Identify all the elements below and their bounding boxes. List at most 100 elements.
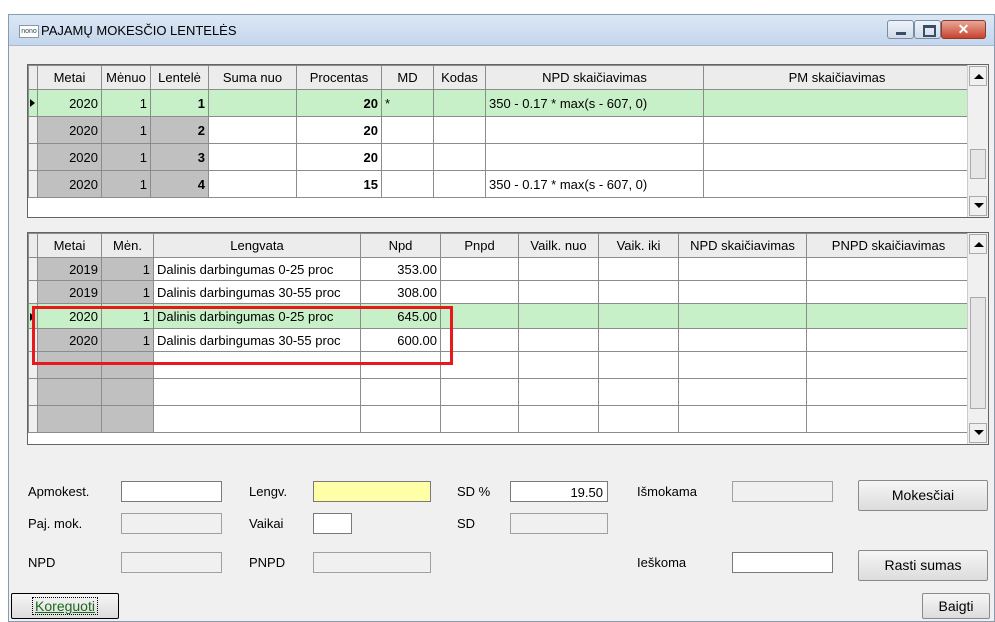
cell-vaik-nuo[interactable]: [518, 280, 599, 304]
cell-suma-nuo[interactable]: [208, 89, 297, 117]
cell-pnpd[interactable]: [440, 405, 519, 433]
cell-lentele[interactable]: 3: [150, 143, 209, 171]
cell-suma-nuo[interactable]: [208, 170, 297, 198]
cell-npd-skaiciavimas[interactable]: [678, 405, 807, 433]
cell-kodas[interactable]: [433, 170, 486, 198]
cell-lentele[interactable]: 2: [150, 116, 209, 144]
cell-metai[interactable]: [37, 405, 102, 433]
cell-pnpd-skaiciavimas[interactable]: [806, 257, 971, 281]
top-grid-scrollbar[interactable]: [967, 65, 988, 217]
cell-metai[interactable]: 2019: [37, 280, 102, 304]
cell-kodas[interactable]: [433, 116, 486, 144]
cell-md[interactable]: [381, 116, 434, 144]
cell-lengvata[interactable]: [153, 405, 361, 433]
cell-men[interactable]: 1: [101, 303, 154, 329]
cell-menuo[interactable]: 1: [101, 170, 151, 198]
cell-lentele[interactable]: 4: [150, 170, 209, 198]
cell-vaik-nuo[interactable]: [518, 405, 599, 433]
ieskoma-field[interactable]: [732, 552, 833, 573]
col-header-kodas[interactable]: Kodas: [433, 65, 486, 90]
cell-npd[interactable]: [360, 351, 441, 379]
scroll-down-icon[interactable]: [969, 196, 987, 216]
cell-npd-skaiciavimas[interactable]: [678, 303, 807, 329]
cell-kodas[interactable]: [433, 89, 486, 117]
apmokest-field[interactable]: [121, 481, 222, 502]
cell-npd-skaiciavimas[interactable]: [678, 280, 807, 304]
cell-pm-skaiciavimas[interactable]: [703, 116, 971, 144]
cell-metai[interactable]: [37, 378, 102, 406]
vaikai-field[interactable]: [313, 513, 352, 534]
cell-men[interactable]: [101, 378, 154, 406]
cell-vaik-nuo[interactable]: [518, 328, 599, 352]
cell-lengvata[interactable]: Dalinis darbingumas 30-55 proc: [153, 280, 361, 304]
cell-menuo[interactable]: 1: [101, 143, 151, 171]
cell-vaik-nuo[interactable]: [518, 378, 599, 406]
cell-lengvata[interactable]: [153, 351, 361, 379]
lengv-field[interactable]: [313, 481, 431, 502]
cell-npd-skaiciavimas[interactable]: 350 - 0.17 * max(s - 607, 0): [485, 170, 704, 198]
cell-pnpd[interactable]: [440, 351, 519, 379]
table-row[interactable]: 2019 1 Dalinis darbingumas 30-55 proc 30…: [28, 280, 971, 304]
cell-npd-skaiciavimas[interactable]: [485, 116, 704, 144]
table-row-empty[interactable]: [28, 405, 971, 433]
cell-pnpd[interactable]: [440, 303, 519, 329]
cell-vaik-iki[interactable]: [598, 405, 679, 433]
cell-metai[interactable]: 2020: [37, 89, 102, 117]
cell-vaik-nuo[interactable]: [518, 257, 599, 281]
allowance-grid[interactable]: Metai Mėn. Lengvata Npd Pnpd Vailk. nuo …: [27, 232, 989, 445]
cell-men[interactable]: 1: [101, 328, 154, 352]
col-header-md[interactable]: MD: [381, 65, 434, 90]
cell-vaik-nuo[interactable]: [518, 303, 599, 329]
cell-pnpd-skaiciavimas[interactable]: [806, 351, 971, 379]
cell-metai[interactable]: 2020: [37, 303, 102, 329]
cell-pnpd-skaiciavimas[interactable]: [806, 405, 971, 433]
cell-kodas[interactable]: [433, 143, 486, 171]
col-header-pnpd[interactable]: Pnpd: [440, 233, 519, 258]
scroll-up-icon[interactable]: [969, 66, 987, 86]
close-button[interactable]: ✕: [941, 20, 986, 39]
cell-lengvata[interactable]: Dalinis darbingumas 0-25 proc: [153, 257, 361, 281]
cell-lengvata[interactable]: Dalinis darbingumas 30-55 proc: [153, 328, 361, 352]
cell-pnpd[interactable]: [440, 328, 519, 352]
col-header-suma-nuo[interactable]: Suma nuo: [208, 65, 297, 90]
cell-metai[interactable]: 2019: [37, 257, 102, 281]
maximize-button[interactable]: [914, 20, 941, 39]
cell-lentele[interactable]: 1: [150, 89, 209, 117]
cell-vaik-iki[interactable]: [598, 351, 679, 379]
cell-npd[interactable]: [360, 405, 441, 433]
cell-lengvata[interactable]: Dalinis darbingumas 0-25 proc: [153, 303, 361, 329]
cell-pnpd-skaiciavimas[interactable]: [806, 328, 971, 352]
col-header-vaik-nuo[interactable]: Vailk. nuo: [518, 233, 599, 258]
col-header-procentas[interactable]: Procentas: [296, 65, 382, 90]
cell-men[interactable]: [101, 351, 154, 379]
koreguoti-button[interactable]: Koreguoti: [11, 593, 119, 619]
col-header-lengvata[interactable]: Lengvata: [153, 233, 361, 258]
mokesciai-button[interactable]: Mokesčiai: [858, 480, 988, 511]
col-header-metai[interactable]: Metai: [37, 65, 102, 90]
table-row-empty[interactable]: [28, 351, 971, 379]
cell-pm-skaiciavimas[interactable]: [703, 170, 971, 198]
cell-pnpd[interactable]: [440, 378, 519, 406]
table-row-empty[interactable]: [28, 378, 971, 406]
cell-suma-nuo[interactable]: [208, 143, 297, 171]
cell-men[interactable]: 1: [101, 257, 154, 281]
cell-procentas[interactable]: 20: [296, 89, 382, 117]
cell-vaik-iki[interactable]: [598, 303, 679, 329]
table-row[interactable]: 2020 1 Dalinis darbingumas 30-55 proc 60…: [28, 328, 971, 352]
cell-pnpd[interactable]: [440, 280, 519, 304]
cell-pnpd-skaiciavimas[interactable]: [806, 280, 971, 304]
cell-vaik-iki[interactable]: [598, 257, 679, 281]
col-header-metai[interactable]: Metai: [37, 233, 102, 258]
cell-md[interactable]: [381, 170, 434, 198]
cell-pnpd-skaiciavimas[interactable]: [806, 303, 971, 329]
cell-vaik-iki[interactable]: [598, 328, 679, 352]
tax-table-grid[interactable]: Metai Mėnuo Lentelė Suma nuo Procentas M…: [27, 64, 989, 218]
sd-pct-field[interactable]: 19.50: [510, 481, 608, 502]
cell-npd-skaiciavimas[interactable]: [485, 143, 704, 171]
cell-procentas[interactable]: 15: [296, 170, 382, 198]
cell-menuo[interactable]: 1: [101, 116, 151, 144]
cell-npd-skaiciavimas[interactable]: [678, 328, 807, 352]
table-row[interactable]: 2020 1 Dalinis darbingumas 0-25 proc 645…: [28, 303, 971, 329]
cell-md[interactable]: [381, 143, 434, 171]
bottom-grid-scrollbar[interactable]: [967, 233, 988, 444]
